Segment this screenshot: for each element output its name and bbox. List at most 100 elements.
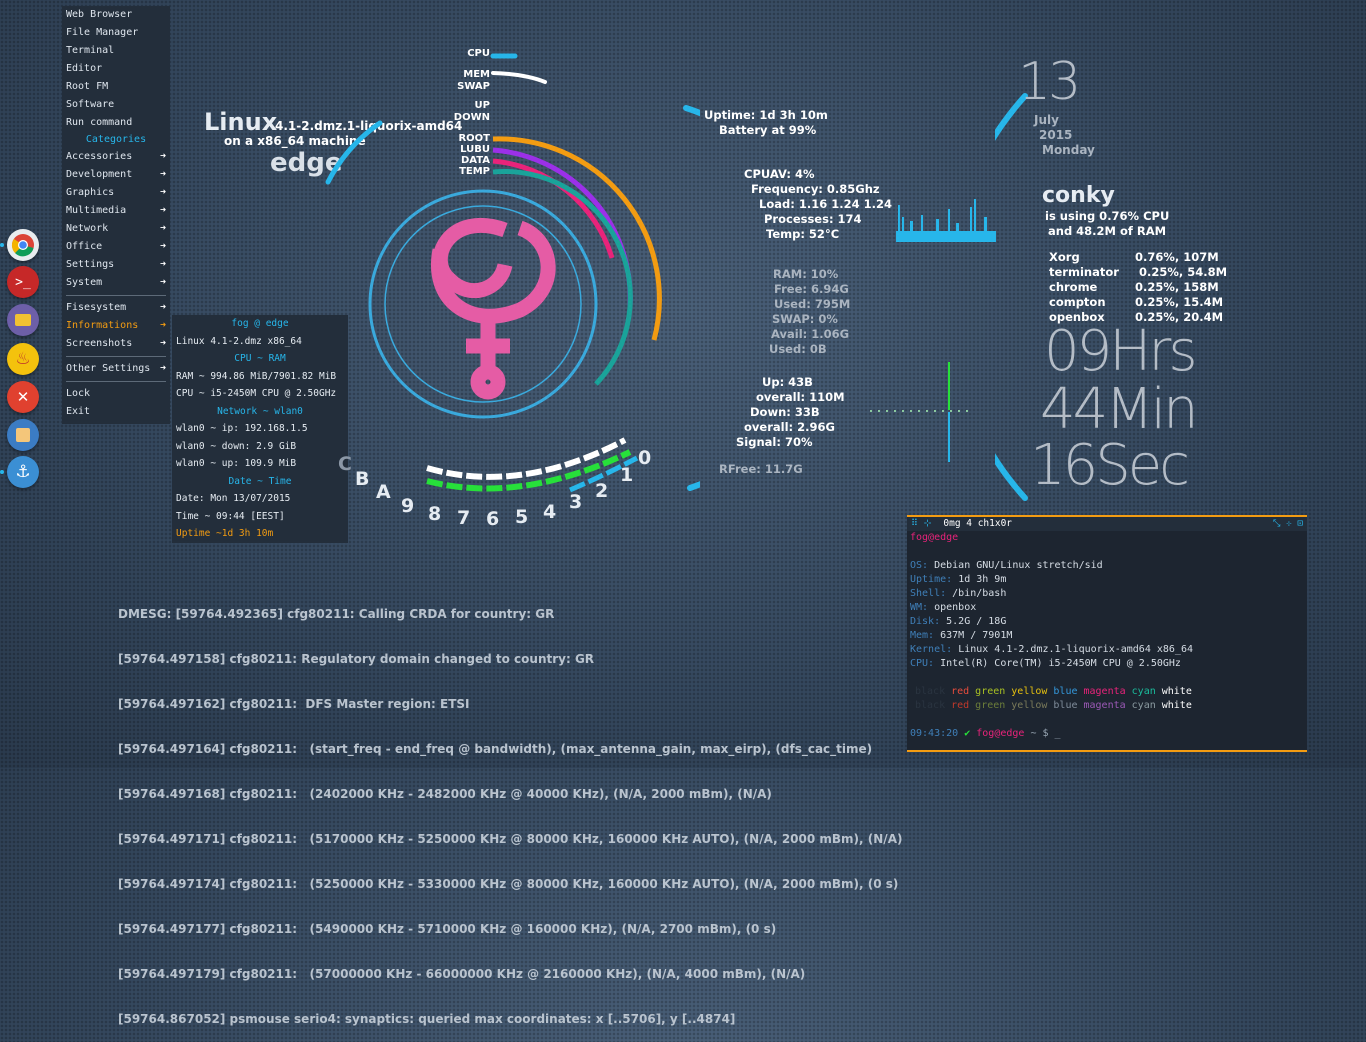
terminal-titlebar[interactable]: ⠿ ⊹ 0mg 4 ch1x0r ⤡ ⊹ ⊡ bbox=[907, 517, 1307, 531]
label: Kernel: bbox=[910, 644, 953, 655]
date-day: 13 bbox=[1018, 52, 1081, 112]
terminal-blank bbox=[907, 713, 1307, 727]
process-count: Processes: 174 bbox=[764, 212, 862, 226]
menu-item-network[interactable]: Network ➜ bbox=[62, 220, 170, 238]
label: WM: bbox=[910, 602, 929, 613]
menu-item-label: Graphics bbox=[66, 187, 115, 198]
terminal-app-icon[interactable]: >_ bbox=[7, 266, 39, 298]
package-icon[interactable] bbox=[7, 419, 39, 451]
chevron-right-icon: ➜ bbox=[159, 151, 166, 162]
label: CPU: bbox=[910, 658, 935, 669]
menu-item-label: Other Settings bbox=[66, 363, 151, 374]
color-yellow: yellow bbox=[1011, 700, 1048, 711]
clock-label-3: 3 bbox=[569, 491, 583, 513]
label: Mem: bbox=[910, 630, 935, 641]
process-name: Xorg bbox=[1049, 250, 1080, 264]
color-red: red bbox=[951, 686, 970, 697]
anchor-icon[interactable]: ⚓ bbox=[7, 456, 39, 488]
menu-item-exit[interactable]: Exit bbox=[62, 403, 170, 421]
arc-right bbox=[683, 105, 700, 491]
menu-item-accessories[interactable]: Accessories ➜ bbox=[62, 148, 170, 166]
menu-item-screenshots[interactable]: Screenshots ➜ bbox=[62, 335, 170, 353]
log-line: [59764.867052] psmouse serio4: synaptics… bbox=[118, 1012, 736, 1026]
menu-item-label: System bbox=[66, 277, 103, 288]
value: Linux 4.1-2.dmz.1-liquorix-amd64 x86_64 bbox=[958, 644, 1193, 655]
menu-item-other-settings[interactable]: Other Settings ➜ bbox=[62, 360, 170, 378]
value: /bin/bash bbox=[952, 588, 1007, 599]
menu-item-development[interactable]: Development ➜ bbox=[62, 166, 170, 184]
ram-used: Used: 795M bbox=[774, 297, 851, 311]
terminal-line-shell: Shell: /bin/bash bbox=[907, 587, 1307, 601]
menu-item-file-manager[interactable]: File Manager bbox=[62, 24, 170, 42]
chrome-icon[interactable] bbox=[7, 229, 39, 261]
terminal-line-kernel: Kernel: Linux 4.1-2.dmz.1-liquorix-amd64… bbox=[907, 643, 1307, 657]
list-item: compton 0.25%, 15.4M bbox=[1049, 295, 1223, 310]
menu-item-root-fm[interactable]: Root FM bbox=[62, 78, 170, 96]
menu-item-web-browser[interactable]: Web Browser bbox=[62, 6, 170, 24]
log-line: [59764.497179] cfg80211: (57000000 KHz -… bbox=[118, 967, 806, 981]
process-usage: 0.25%, 158M bbox=[1135, 280, 1219, 294]
uptime: Uptime: 1d 3h 10m bbox=[704, 108, 828, 122]
clock-label-0: 0 bbox=[638, 447, 652, 469]
close-app-icon[interactable]: ✕ bbox=[7, 381, 39, 413]
window-controls-icon[interactable]: ⤡ ⊹ ⊡ bbox=[1273, 517, 1303, 531]
color-magenta: magenta bbox=[1083, 700, 1126, 711]
clock-seconds: 16Sec bbox=[1030, 433, 1190, 498]
menu-item-label: Office bbox=[66, 241, 103, 252]
menu-item-multimedia[interactable]: Multimedia ➜ bbox=[62, 202, 170, 220]
menu-item-software[interactable]: Software bbox=[62, 96, 170, 114]
color-blue: blue bbox=[1053, 700, 1078, 711]
ring-label-down: DOWN bbox=[453, 112, 490, 123]
ring-label-temp: TEMP bbox=[459, 166, 490, 177]
menu-item-label: Settings bbox=[66, 259, 115, 270]
archive-manager-icon[interactable] bbox=[7, 304, 39, 336]
genie-lamp-icon[interactable]: ♨ bbox=[7, 343, 39, 375]
color-palette-normal: black red green yellow blue magenta cyan white bbox=[907, 699, 1307, 713]
log-line: [59764.497177] cfg80211: (5490000 KHz - … bbox=[118, 922, 777, 936]
menu-item-office[interactable]: Office ➜ bbox=[62, 238, 170, 256]
color-cyan: cyan bbox=[1131, 686, 1156, 697]
value: openbox bbox=[934, 602, 977, 613]
clock-label-7: 7 bbox=[457, 507, 471, 529]
clock-label-6: 6 bbox=[486, 508, 500, 530]
terminal-line-uptime: Uptime: 1d 3h 9m bbox=[907, 573, 1307, 587]
list-item: Xorg 0.76%, 107M bbox=[1049, 250, 1219, 265]
clock-label-1: 1 bbox=[620, 464, 634, 486]
terminal-prompt[interactable]: 09:43:20 ✔ fog@edge ~ $ _ bbox=[907, 727, 1307, 741]
menu-item-filesystem[interactable]: Fisesystem ➜ bbox=[62, 299, 170, 317]
menu-item-graphics[interactable]: Graphics ➜ bbox=[62, 184, 170, 202]
swap-avail: Avail: 1.06G bbox=[771, 327, 850, 341]
clock-label-a: A bbox=[376, 481, 391, 503]
chevron-right-icon: ➜ bbox=[159, 205, 166, 216]
chevron-right-icon: ➜ bbox=[159, 302, 166, 313]
wifi-signal: Signal: 70% bbox=[736, 435, 813, 449]
window-menu-icon[interactable]: ⠿ ⊹ bbox=[911, 518, 932, 529]
date-month: July bbox=[1034, 113, 1059, 127]
terminal-window[interactable]: ⠿ ⊹ 0mg 4 ch1x0r ⤡ ⊹ ⊡ fog@edge OS: Debi… bbox=[907, 515, 1307, 752]
menu-item-terminal[interactable]: Terminal bbox=[62, 42, 170, 60]
color-black: black bbox=[915, 700, 946, 711]
clock-label-c: C bbox=[338, 453, 352, 475]
color-green: green bbox=[975, 686, 1006, 697]
ring-label-up: UP bbox=[474, 100, 490, 111]
menu-item-lock[interactable]: Lock bbox=[62, 385, 170, 403]
clock-label-8: 8 bbox=[428, 503, 442, 525]
top-process-list: Xorg 0.76%, 107M terminator 0.25%, 54.8M c… bbox=[1049, 250, 1227, 325]
tick-arc-white bbox=[426, 437, 627, 480]
terminal-line-mem: Mem: 637M / 7901M bbox=[907, 629, 1307, 643]
label: Shell: bbox=[910, 588, 947, 599]
network-graph bbox=[870, 362, 968, 462]
value: 637M / 7901M bbox=[940, 630, 1013, 641]
chevron-right-icon: ➜ bbox=[159, 187, 166, 198]
menu-item-run-command[interactable]: Run command bbox=[62, 114, 170, 132]
menu-item-editor[interactable]: Editor bbox=[62, 60, 170, 78]
menu-item-label: Informations bbox=[66, 320, 139, 331]
menu-item-informations[interactable]: Informations ➜ bbox=[62, 317, 170, 335]
swap-used: Used: 0B bbox=[769, 342, 827, 356]
chevron-right-icon: ➜ bbox=[159, 169, 166, 180]
menu-item-settings[interactable]: Settings ➜ bbox=[62, 256, 170, 274]
ram-percent: RAM: 10% bbox=[773, 267, 839, 281]
menu-item-system[interactable]: System ➜ bbox=[62, 274, 170, 292]
cpu-frequency: Frequency: 0.85Ghz bbox=[751, 182, 880, 196]
swap-percent: SWAP: 0% bbox=[772, 312, 838, 326]
